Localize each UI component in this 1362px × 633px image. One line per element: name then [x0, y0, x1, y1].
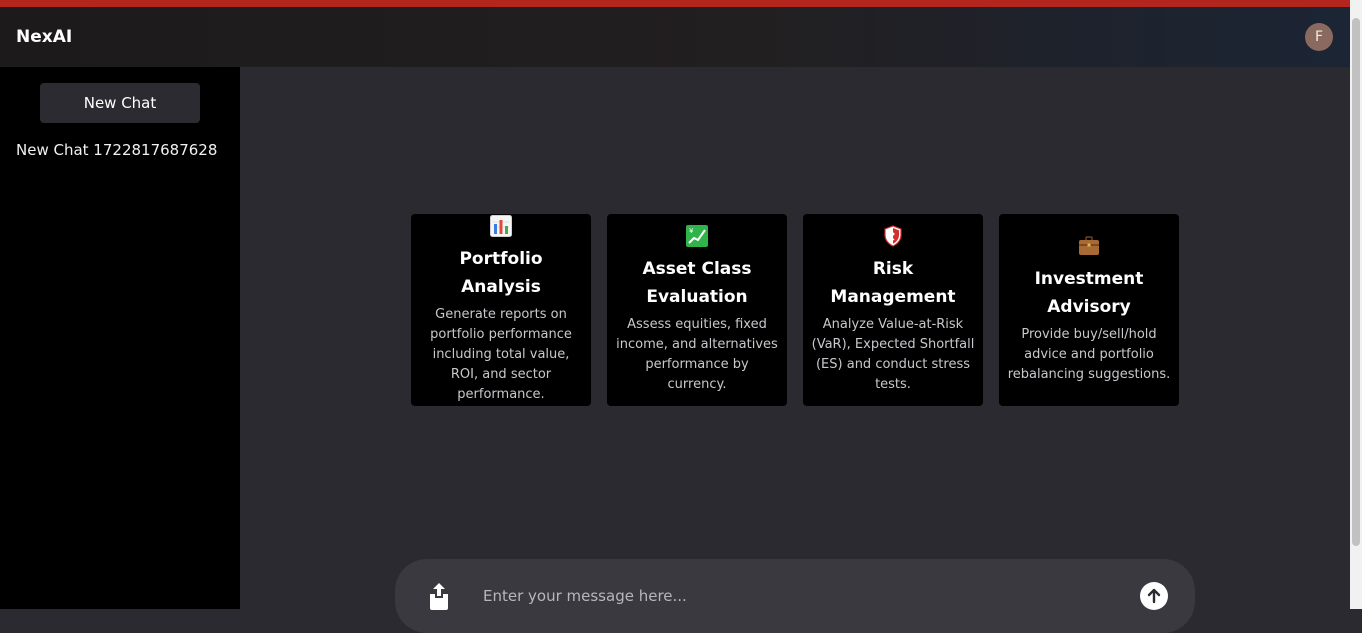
chat-history-item[interactable]: New Chat 1722817687628 — [16, 141, 217, 159]
card-asset-class-evaluation[interactable]: ¥ Asset Class Evaluation Assess equities… — [607, 214, 787, 406]
chat-main-area: Portfolio Analysis Generate reports on p… — [240, 67, 1350, 633]
message-composer — [395, 559, 1195, 633]
card-description: Generate reports on portfolio performanc… — [430, 307, 572, 402]
card-description: Provide buy/sell/hold advice and portfol… — [1007, 327, 1171, 382]
card-investment-advisory[interactable]: Investment Advisory Provide buy/sell/hol… — [999, 214, 1179, 406]
scrollbar-thumb[interactable] — [1352, 18, 1360, 546]
briefcase-icon — [1078, 235, 1100, 263]
top-accent-strip — [0, 0, 1350, 7]
card-portfolio-analysis[interactable]: Portfolio Analysis Generate reports on p… — [411, 214, 591, 406]
chart-increasing-yen-icon: ¥ — [686, 225, 708, 253]
arrow-up-icon — [1147, 588, 1161, 604]
avatar-initial: F — [1314, 29, 1324, 45]
svg-text:¥: ¥ — [689, 227, 694, 235]
message-input[interactable] — [483, 583, 1123, 609]
brand-logo[interactable]: NexAI — [16, 27, 72, 47]
upload-icon[interactable] — [425, 581, 453, 611]
card-title: Asset Class Evaluation — [642, 259, 752, 307]
shield-icon — [882, 225, 904, 253]
suggestion-cards: Portfolio Analysis Generate reports on p… — [411, 214, 1179, 406]
card-description: Assess equities, fixed income, and alter… — [616, 317, 778, 392]
bar-chart-icon — [490, 215, 512, 243]
card-risk-management[interactable]: Risk Management Analyze Value-at-Risk (V… — [803, 214, 983, 406]
app-header: NexAI F — [0, 7, 1350, 67]
send-button[interactable] — [1140, 582, 1168, 610]
sidebar: New Chat New Chat 1722817687628 — [0, 67, 240, 609]
card-title: Portfolio Analysis — [459, 249, 543, 297]
new-chat-button[interactable]: New Chat — [40, 83, 200, 123]
page-scrollbar[interactable] — [1350, 0, 1362, 609]
card-title: Investment Advisory — [1034, 269, 1144, 317]
card-title: Risk Management — [830, 259, 956, 307]
card-description: Analyze Value-at-Risk (VaR), Expected Sh… — [811, 317, 975, 392]
user-avatar[interactable]: F — [1305, 23, 1333, 51]
